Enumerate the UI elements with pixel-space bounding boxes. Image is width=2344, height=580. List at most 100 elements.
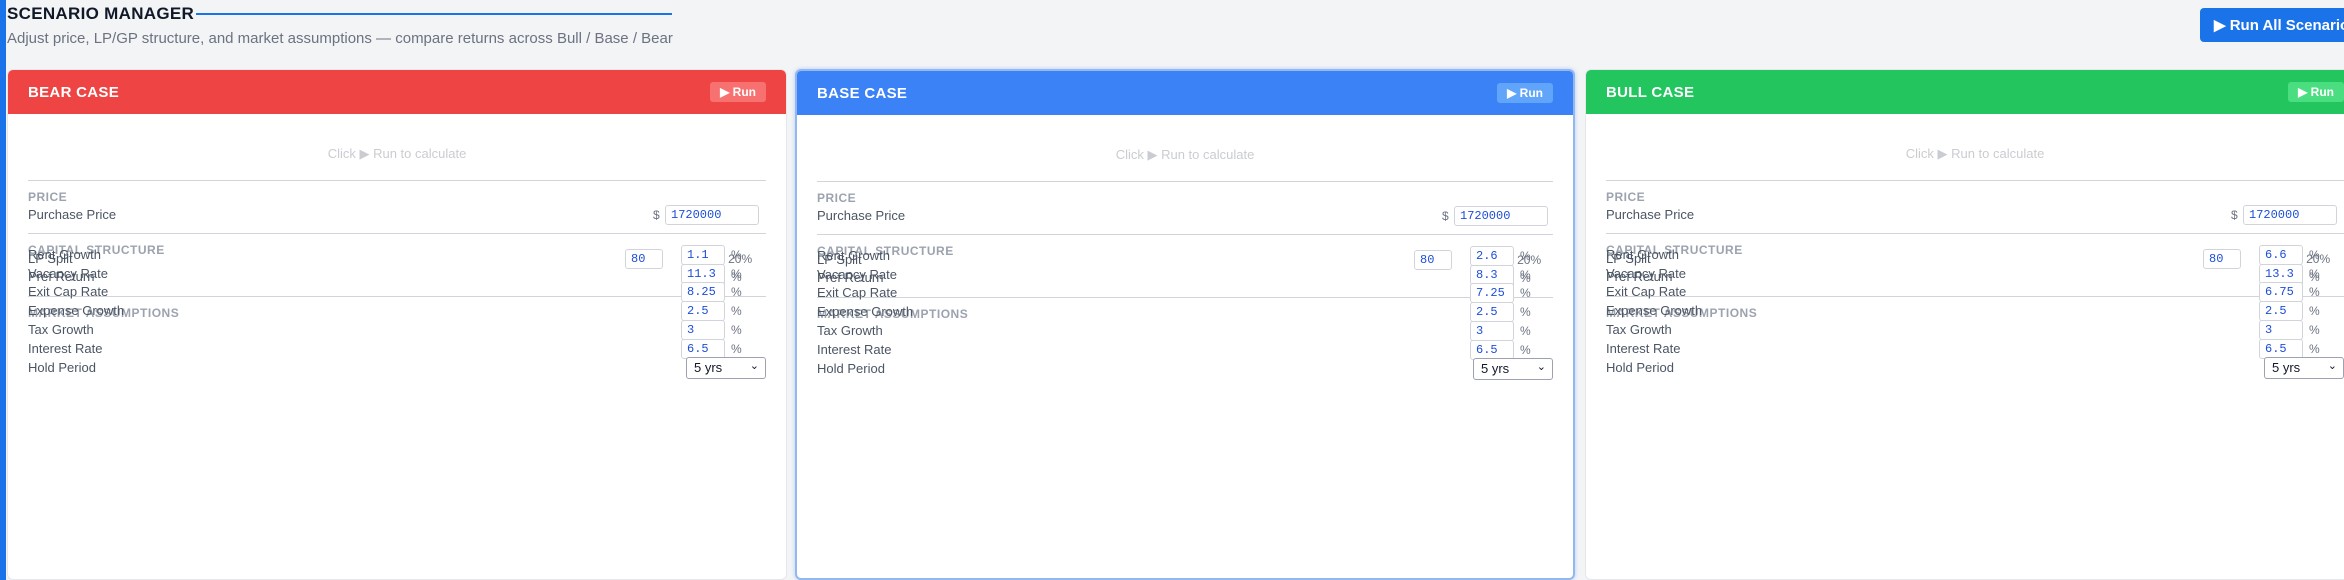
- chevron-down-icon: ⌄: [2327, 360, 2337, 372]
- interest-rate-label: Interest Rate: [817, 342, 892, 357]
- hold-period-select[interactable]: 5 yrs ⌄: [1473, 358, 1553, 380]
- percent-unit: %: [731, 342, 742, 356]
- percent-unit: %: [1520, 305, 1531, 319]
- vacancy-rate-label: Vacancy Rate: [817, 267, 897, 282]
- dollar-sign: $: [1442, 209, 1449, 223]
- tax-growth-input[interactable]: 3: [2259, 320, 2303, 340]
- percent-unit: %: [1520, 343, 1531, 357]
- rent-growth-input[interactable]: 1.1: [681, 245, 725, 265]
- vacancy-rate-label: Vacancy Rate: [1606, 266, 1686, 281]
- percent-unit: %: [2309, 304, 2320, 318]
- divider: [1606, 180, 2344, 181]
- expense-growth-input[interactable]: 2.5: [681, 301, 725, 321]
- percent-unit: %: [1520, 268, 1531, 282]
- percent-unit: %: [731, 248, 742, 262]
- run-button[interactable]: ▶ Run: [710, 82, 766, 102]
- page-header: SCENARIO MANAGER Adjust price, LP/GP str…: [6, 0, 2344, 64]
- vacancy-rate-label: Vacancy Rate: [28, 266, 108, 281]
- interest-rate-input[interactable]: 6.5: [681, 339, 725, 359]
- purchase-price-label: Purchase Price: [1606, 207, 1695, 222]
- hold-period-value: 5 yrs: [1481, 361, 1510, 376]
- divider: [28, 296, 766, 297]
- lp-split-input[interactable]: 80: [625, 249, 663, 269]
- dollar-sign: $: [653, 208, 660, 222]
- run-all-scenarios-button[interactable]: ▶ Run All Scenarios: [2200, 8, 2344, 42]
- tax-growth-label: Tax Growth: [817, 323, 883, 338]
- interest-rate-input[interactable]: 6.5: [2259, 339, 2303, 359]
- hold-period-select[interactable]: 5 yrs ⌄: [2264, 357, 2344, 379]
- title-underline: [196, 13, 672, 15]
- rent-growth-input[interactable]: 6.6: [2259, 245, 2303, 265]
- hold-period-value: 5 yrs: [2272, 360, 2301, 375]
- tax-growth-input[interactable]: 3: [1470, 321, 1514, 341]
- purchase-price-input[interactable]: 1720000: [665, 205, 759, 225]
- lp-split-input[interactable]: 80: [1414, 250, 1452, 270]
- bull-case-card: BULL CASE ▶ Run Click ▶ Run to calculate PR…: [1585, 69, 2344, 580]
- percent-unit: %: [731, 323, 742, 337]
- purchase-price-label: Purchase Price: [817, 208, 906, 223]
- scenario-name: BULL CASE: [1606, 84, 1695, 101]
- dollar-sign: $: [2231, 208, 2238, 222]
- vacancy-rate-input[interactable]: 13.3: [2259, 264, 2303, 284]
- card-header: BASE CASE ▶ Run: [797, 71, 1573, 115]
- base-case-card: BASE CASE ▶ Run Click ▶ Run to calculate PR…: [795, 69, 1575, 580]
- percent-unit: %: [2309, 285, 2320, 299]
- run-button[interactable]: ▶ Run: [1497, 83, 1553, 103]
- hold-period-select[interactable]: 5 yrs ⌄: [686, 357, 766, 379]
- divider: [817, 297, 1553, 298]
- divider: [1606, 233, 2344, 234]
- card-header: BEAR CASE ▶ Run: [8, 70, 786, 114]
- purchase-price-input[interactable]: 1720000: [2243, 205, 2337, 225]
- divider: [817, 234, 1553, 235]
- exit-cap-rate-label: Exit Cap Rate: [817, 285, 898, 300]
- exit-cap-rate-input[interactable]: 8.25: [681, 282, 725, 302]
- interest-rate-input[interactable]: 6.5: [1470, 340, 1514, 360]
- divider: [817, 181, 1553, 182]
- expense-growth-label: Expense Growth: [1606, 303, 1703, 318]
- results-placeholder: Click ▶ Run to calculate: [1115, 147, 1255, 162]
- exit-cap-rate-input[interactable]: 7.25: [1470, 283, 1514, 303]
- scenario-name: BEAR CASE: [28, 84, 120, 101]
- percent-unit: %: [731, 267, 742, 281]
- exit-cap-rate-label: Exit Cap Rate: [28, 284, 109, 299]
- page-title: SCENARIO MANAGER: [7, 4, 195, 23]
- results-placeholder: Click ▶ Run to calculate: [327, 146, 467, 161]
- scenario-name: BASE CASE: [817, 85, 908, 102]
- purchase-price-label: Purchase Price: [28, 207, 117, 222]
- percent-unit: %: [2309, 267, 2320, 281]
- rent-growth-input[interactable]: 2.6: [1470, 246, 1514, 266]
- percent-unit: %: [731, 285, 742, 299]
- rent-growth-label: Rent Growth: [817, 248, 890, 263]
- purchase-price-input[interactable]: 1720000: [1454, 206, 1548, 226]
- hold-period-label: Hold Period: [817, 361, 885, 376]
- chevron-down-icon: ⌄: [1536, 361, 1546, 373]
- chevron-down-icon: ⌄: [749, 360, 759, 372]
- section-price: PRICE: [28, 190, 68, 204]
- percent-unit: %: [1520, 249, 1531, 263]
- expense-growth-input[interactable]: 2.5: [2259, 301, 2303, 321]
- percent-unit: %: [1520, 324, 1531, 338]
- percent-unit: %: [1520, 286, 1531, 300]
- lp-split-input[interactable]: 80: [2203, 249, 2241, 269]
- tax-growth-input[interactable]: 3: [681, 320, 725, 340]
- section-price: PRICE: [1606, 190, 1646, 204]
- section-price: PRICE: [817, 191, 857, 205]
- hold-period-value: 5 yrs: [694, 360, 723, 375]
- vacancy-rate-input[interactable]: 8.3: [1470, 265, 1514, 285]
- results-placeholder: Click ▶ Run to calculate: [1905, 146, 2045, 161]
- divider: [28, 180, 766, 181]
- divider: [1606, 296, 2344, 297]
- run-button[interactable]: ▶ Run: [2288, 82, 2344, 102]
- expense-growth-label: Expense Growth: [817, 304, 914, 319]
- left-accent-strip: [0, 0, 6, 580]
- tax-growth-label: Tax Growth: [1606, 322, 1672, 337]
- expense-growth-input[interactable]: 2.5: [1470, 302, 1514, 322]
- page-subtitle: Adjust price, LP/GP structure, and marke…: [7, 30, 673, 47]
- exit-cap-rate-input[interactable]: 6.75: [2259, 282, 2303, 302]
- vacancy-rate-input[interactable]: 11.3: [681, 264, 725, 284]
- percent-unit: %: [731, 304, 742, 318]
- tax-growth-label: Tax Growth: [28, 322, 94, 337]
- interest-rate-label: Interest Rate: [28, 341, 103, 356]
- rent-growth-label: Rent Growth: [1606, 247, 1679, 262]
- expense-growth-label: Expense Growth: [28, 303, 125, 318]
